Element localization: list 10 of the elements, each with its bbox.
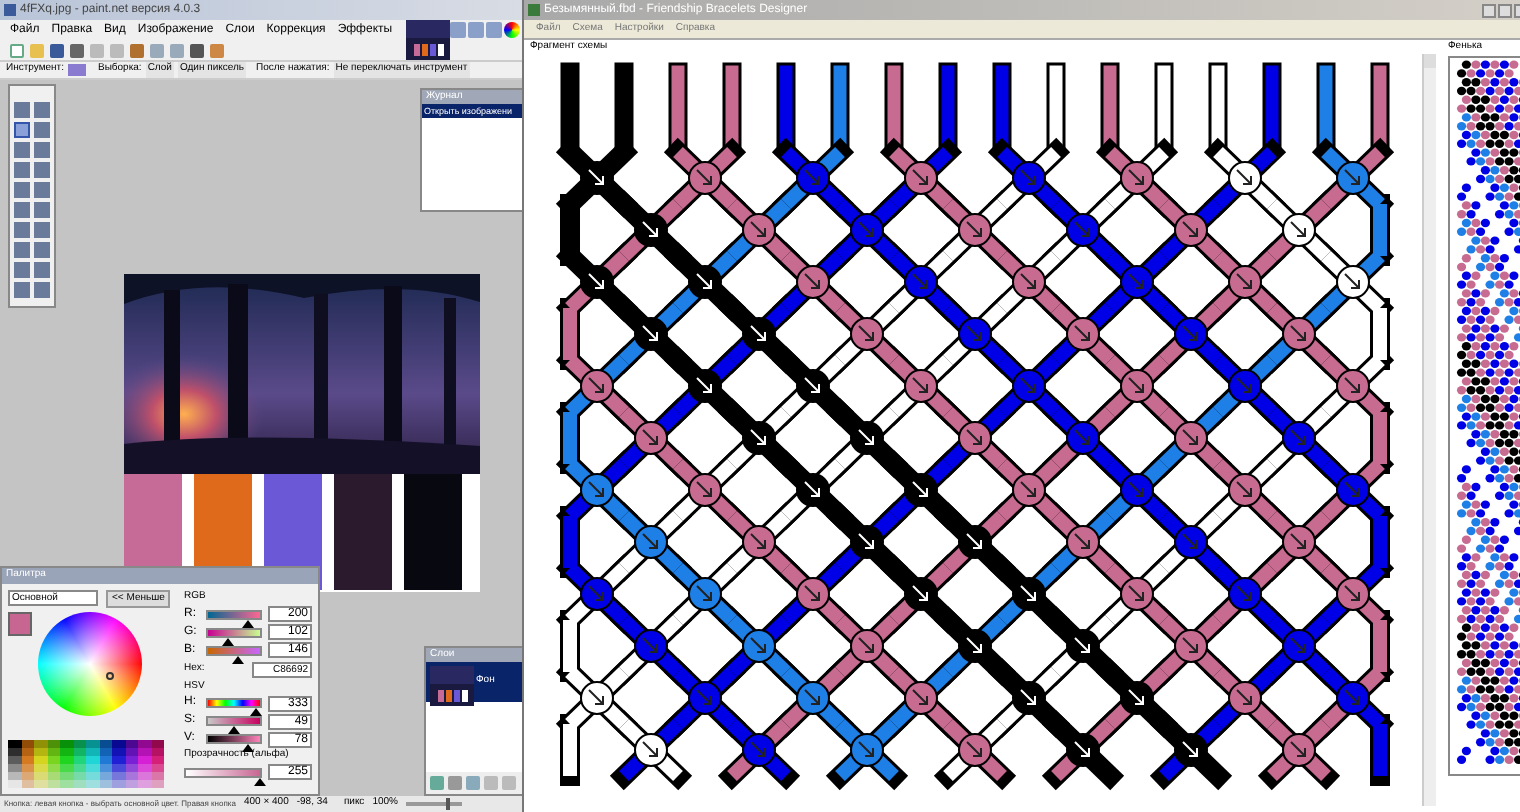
tool-dropdown[interactable] — [67, 64, 86, 76]
scrollbar[interactable] — [1422, 54, 1436, 806]
primary-color-swatch[interactable] — [8, 612, 32, 636]
app-icon — [4, 4, 16, 16]
maximize-button[interactable] — [1498, 3, 1512, 17]
minimize-button[interactable] — [1482, 3, 1496, 17]
color-grid[interactable] — [8, 740, 164, 788]
colors-toggle-icon[interactable] — [504, 22, 521, 38]
app-icon — [528, 4, 540, 16]
color-wheel[interactable] — [38, 612, 142, 716]
